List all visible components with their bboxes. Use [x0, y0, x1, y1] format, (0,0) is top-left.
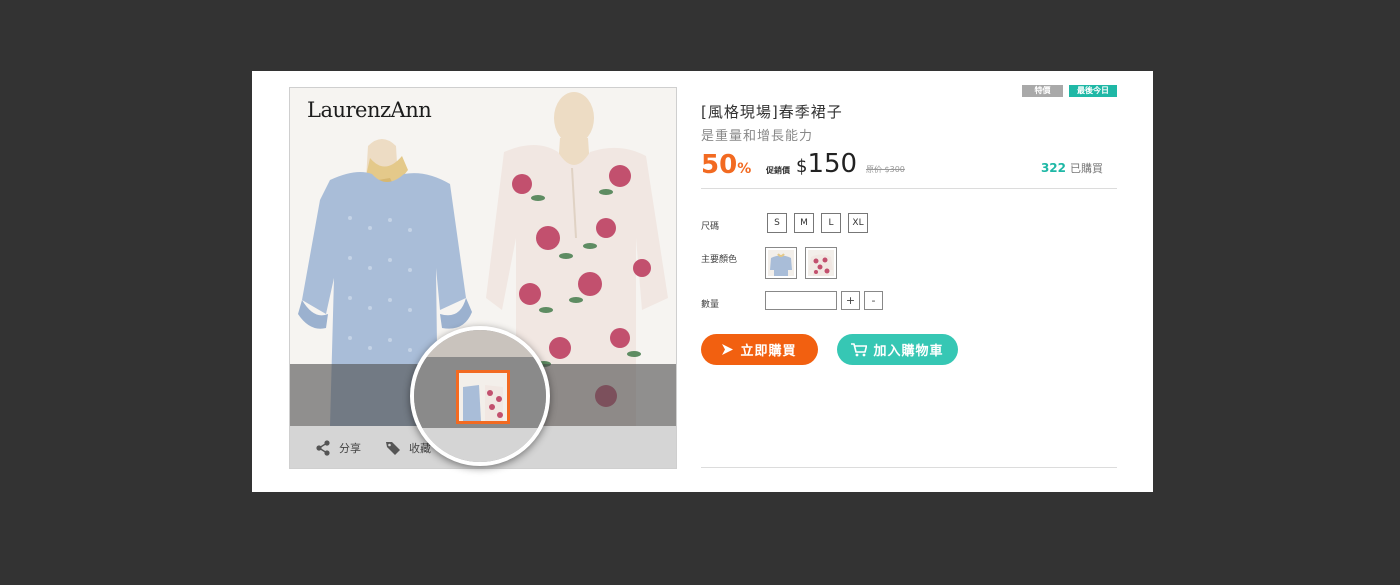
floral-blouse-swatch — [808, 250, 834, 276]
color-option-blue[interactable] — [765, 247, 797, 279]
cart-icon — [851, 342, 868, 356]
quantity-plus-button[interactable]: + — [841, 291, 860, 310]
size-option-xl[interactable]: XL — [848, 213, 868, 233]
size-options: S M L XL — [767, 213, 868, 233]
size-option-l[interactable]: L — [821, 213, 841, 233]
color-label: 主要顏色 — [701, 255, 738, 265]
buy-now-button[interactable]: 立即購買 — [701, 334, 818, 365]
last-day-tag: 最後今日 — [1069, 85, 1117, 97]
add-to-cart-label: 加入購物車 — [873, 344, 944, 359]
size-option-m[interactable]: M — [794, 213, 814, 233]
brand-logo: LaurenzAnn — [307, 98, 432, 122]
size-label: 尺碼 — [701, 222, 720, 232]
sale-price: $150 — [796, 149, 858, 179]
sold-count: 322 已購買 — [1040, 161, 1103, 175]
divider-bottom — [701, 467, 1117, 468]
special-price-tag: 特價 — [1022, 85, 1063, 97]
tag-icon — [386, 442, 400, 455]
share-button[interactable]: 分享 — [315, 440, 361, 456]
size-option-s[interactable]: S — [767, 213, 787, 233]
blue-blouse-swatch — [768, 250, 794, 276]
quantity-label: 數量 — [701, 300, 720, 310]
share-icon — [316, 440, 330, 456]
discount-percent: 50% — [701, 150, 752, 180]
product-title: [風格現場]春季裙子 — [701, 103, 843, 121]
active-thumbnail[interactable] — [456, 370, 510, 424]
magnifier-highlight — [410, 326, 550, 466]
price-row: 50% 促銷價 $150 原价 $300 322 已購買 — [701, 148, 1117, 184]
add-to-cart-button[interactable]: 加入購物車 — [837, 334, 958, 365]
product-card: LaurenzAnn 分享 收藏 20 — [252, 71, 1153, 492]
divider-top — [701, 188, 1117, 189]
promo-tags: 特價 最後今日 — [1022, 85, 1117, 97]
buy-now-label: 立即購買 — [740, 344, 797, 359]
original-price: 原价 $300 — [866, 165, 905, 174]
quantity-minus-button[interactable]: - — [864, 291, 883, 310]
share-label: 分享 — [339, 442, 361, 455]
quantity-input[interactable] — [765, 291, 837, 310]
color-options — [765, 247, 837, 279]
color-option-floral[interactable] — [805, 247, 837, 279]
product-subtitle: 是重量和增長能力 — [701, 129, 814, 144]
thumbnail-image — [459, 373, 507, 421]
arrow-right-icon — [722, 344, 734, 355]
sale-price-label: 促銷價 — [766, 166, 790, 175]
product-info: [風格現場]春季裙子 是重量和增長能力 50% 促銷價 $150 原价 $300… — [701, 101, 1117, 184]
